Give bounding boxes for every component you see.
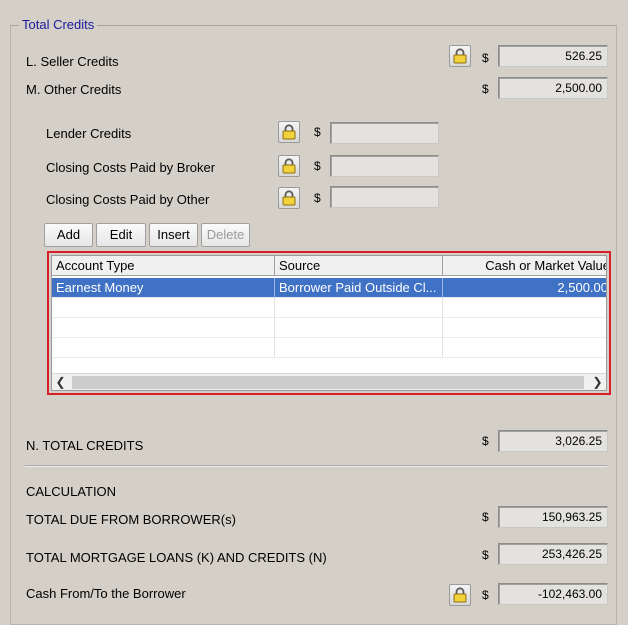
other-costs-lock-button[interactable]	[278, 187, 300, 209]
cash-from-to-field[interactable]: -102,463.00	[498, 583, 608, 605]
empty-cell	[275, 318, 443, 338]
broker-costs-label: Closing Costs Paid by Broker	[46, 160, 216, 175]
lock-icon	[453, 48, 467, 64]
delete-button[interactable]: Delete	[201, 223, 250, 247]
currency-symbol: $	[314, 191, 321, 205]
broker-costs-lock-button[interactable]	[278, 155, 300, 177]
column-header-cash-value[interactable]: Cash or Market Value	[443, 256, 606, 276]
lock-icon	[282, 190, 296, 206]
credits-grid-highlight: Account Type Source Cash or Market Value…	[47, 251, 611, 395]
account-type-cell[interactable]: Earnest Money	[52, 278, 275, 298]
total-due-label: TOTAL DUE FROM BORROWER(s)	[26, 512, 236, 527]
cash-value-cell[interactable]: 2,500.00	[443, 278, 606, 298]
lender-credits-field[interactable]	[330, 122, 439, 144]
total-due-field[interactable]: 150,963.25	[498, 506, 608, 528]
broker-costs-field[interactable]	[330, 155, 439, 177]
table-row[interactable]	[52, 338, 606, 358]
lock-icon	[282, 158, 296, 174]
insert-button[interactable]: Insert	[149, 223, 198, 247]
empty-cell	[275, 338, 443, 358]
empty-cell	[52, 298, 275, 318]
other-credits-label: M. Other Credits	[26, 82, 122, 97]
lender-credits-label: Lender Credits	[46, 126, 132, 141]
empty-cell	[52, 318, 275, 338]
currency-symbol: $	[314, 159, 321, 173]
lender-credits-lock-button[interactable]	[278, 121, 300, 143]
scroll-left-icon[interactable]: ❮	[52, 374, 69, 390]
cash-from-to-label: Cash From/To the Borrower	[26, 586, 186, 601]
other-costs-label: Closing Costs Paid by Other	[46, 192, 210, 207]
cash-from-to-lock-button[interactable]	[449, 584, 471, 606]
horizontal-scrollbar[interactable]: ❮ ❯	[52, 373, 606, 390]
calculation-heading: CALCULATION	[26, 484, 117, 499]
other-credits-field[interactable]: 2,500.00	[498, 77, 608, 99]
total-loans-label: TOTAL MORTGAGE LOANS (K) AND CREDITS (N)	[26, 550, 327, 565]
empty-cell	[52, 338, 275, 358]
currency-symbol: $	[482, 510, 489, 524]
group-title: Total Credits	[19, 17, 98, 32]
seller-credits-field[interactable]: 526.25	[498, 45, 608, 67]
other-costs-field[interactable]	[330, 186, 439, 208]
lock-icon	[453, 587, 467, 603]
seller-credits-lock-button[interactable]	[449, 45, 471, 67]
source-cell[interactable]: Borrower Paid Outside Cl...	[275, 278, 443, 298]
lock-icon	[282, 124, 296, 140]
add-button[interactable]: Add	[44, 223, 93, 247]
grid-header: Account Type Source Cash or Market Value	[52, 256, 606, 276]
total-credits-field[interactable]: 3,026.25	[498, 430, 608, 452]
currency-symbol: $	[482, 434, 489, 448]
currency-symbol: $	[482, 548, 489, 562]
credits-grid[interactable]: Account Type Source Cash or Market Value…	[51, 255, 607, 391]
total-credits-label: N. TOTAL CREDITS	[26, 438, 144, 453]
total-loans-field[interactable]: 253,426.25	[498, 543, 608, 565]
currency-symbol: $	[314, 125, 321, 139]
empty-cell	[275, 298, 443, 318]
column-header-source[interactable]: Source	[275, 256, 443, 276]
currency-symbol: $	[482, 51, 489, 65]
currency-symbol: $	[482, 588, 489, 602]
scrollbar-thumb[interactable]	[72, 376, 584, 389]
table-row[interactable]	[52, 318, 606, 338]
section-divider	[25, 465, 607, 467]
column-header-account-type[interactable]: Account Type	[52, 256, 275, 276]
edit-button[interactable]: Edit	[96, 223, 146, 247]
table-row[interactable]: Earnest Money Borrower Paid Outside Cl..…	[52, 278, 606, 298]
currency-symbol: $	[482, 82, 489, 96]
table-row[interactable]	[52, 298, 606, 318]
seller-credits-label: L. Seller Credits	[26, 54, 119, 69]
scroll-right-icon[interactable]: ❯	[589, 374, 606, 390]
